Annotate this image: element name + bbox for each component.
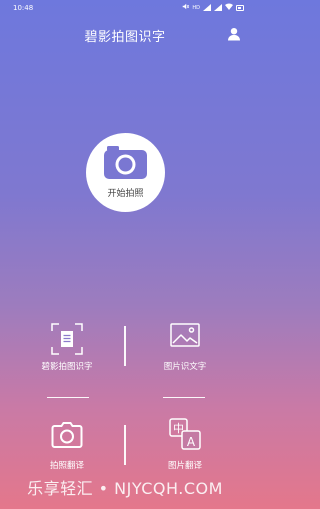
app-bar: 碧影拍图识字: [0, 18, 250, 48]
document-scan-icon: [51, 323, 83, 359]
translate-icon: 中 A: [169, 418, 201, 454]
signal-icon: [203, 4, 211, 11]
feature-label: 图片翻译: [167, 461, 202, 471]
divider-vertical: [124, 326, 126, 366]
signal-icon-2: [214, 4, 222, 11]
start-capture-button[interactable]: 开始拍照: [86, 133, 165, 212]
page-title: 碧影拍图识字: [84, 30, 166, 45]
feature-photo-translate[interactable]: 拍照翻译: [22, 422, 112, 482]
hd-icon: HD: [192, 4, 200, 11]
mute-icon: [182, 3, 190, 12]
feature-document-scan[interactable]: 碧影拍图识字: [22, 323, 112, 383]
status-icons: HD: [182, 3, 244, 12]
battery-icon: [236, 4, 244, 11]
status-time: 10:48: [13, 4, 34, 12]
image-icon: [170, 323, 200, 353]
feature-image-translate[interactable]: 中 A 图片翻译: [140, 418, 230, 478]
divider-vertical-2: [124, 425, 126, 465]
svg-text:中: 中: [173, 422, 184, 435]
feature-label: 拍照翻译: [49, 461, 84, 471]
camera-icon: [104, 143, 147, 179]
wifi-icon: [225, 3, 233, 12]
feature-label: 图片识文字: [163, 362, 207, 372]
divider-horizontal-left: [47, 397, 89, 398]
camera-icon: [51, 422, 83, 453]
watermark-text: 乐享轻汇 • NJYCQH.COM: [27, 479, 223, 498]
feature-label: 碧影拍图识字: [41, 362, 93, 372]
start-capture-label: 开始拍照: [107, 189, 144, 199]
divider-horizontal-right: [163, 397, 205, 398]
feature-image-text[interactable]: 图片识文字: [140, 323, 230, 383]
svg-text:A: A: [187, 435, 196, 449]
user-icon[interactable]: [227, 26, 241, 41]
status-bar: 10:48 HD: [0, 0, 250, 16]
